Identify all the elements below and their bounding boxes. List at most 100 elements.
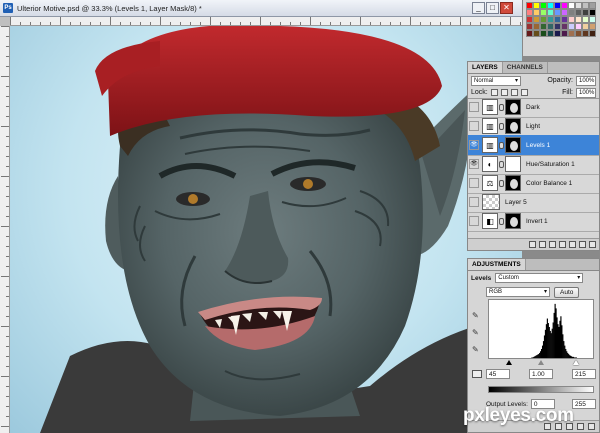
layer-mask-thumbnail[interactable] — [505, 118, 521, 134]
layer-row[interactable]: ▥ Light — [468, 116, 599, 137]
document-titlebar[interactable]: Ps Ulterior Motive.psd @ 33.3% (Levels 1… — [0, 0, 522, 17]
color-swatch[interactable] — [540, 16, 547, 23]
color-swatch[interactable] — [547, 23, 554, 30]
layer-row[interactable]: 👁 ▥ Levels 1 — [468, 135, 599, 156]
color-swatch[interactable] — [547, 2, 554, 9]
color-swatch[interactable] — [547, 16, 554, 23]
input-black-field[interactable]: 45 — [486, 369, 510, 379]
lock-all-icon[interactable] — [520, 89, 528, 96]
color-swatch[interactable] — [589, 9, 596, 16]
color-swatch[interactable] — [547, 9, 554, 16]
trash-icon[interactable] — [589, 241, 596, 248]
layer-mask-thumbnail[interactable] — [505, 213, 521, 229]
minimize-button[interactable]: _ — [472, 2, 485, 14]
color-swatch[interactable] — [561, 2, 568, 9]
color-swatch[interactable] — [526, 16, 533, 23]
layer-style-icon[interactable] — [539, 241, 546, 248]
color-swatch[interactable] — [533, 30, 540, 37]
new-adjustment-icon[interactable] — [559, 241, 566, 248]
color-swatch[interactable] — [540, 2, 547, 9]
visibility-toggle[interactable] — [469, 216, 479, 226]
color-swatch[interactable] — [589, 23, 596, 30]
white-point-handle[interactable] — [573, 360, 579, 365]
reset-icon[interactable] — [577, 423, 584, 430]
layer-mask-thumbnail[interactable] — [505, 156, 521, 172]
color-swatch[interactable] — [575, 23, 582, 30]
black-eyedropper-icon[interactable]: ✎ — [472, 311, 480, 321]
lock-pixels-icon[interactable] — [500, 89, 508, 96]
color-swatch[interactable] — [554, 2, 561, 9]
mask-link-icon[interactable] — [499, 141, 504, 149]
auto-button[interactable]: Auto — [554, 286, 580, 298]
color-swatch[interactable] — [554, 30, 561, 37]
lock-transparency-icon[interactable] — [490, 89, 498, 96]
layer-mask-thumbnail[interactable] — [505, 175, 521, 191]
visibility-toggle[interactable] — [469, 197, 479, 207]
new-layer-icon[interactable] — [579, 241, 586, 248]
color-swatch[interactable] — [533, 9, 540, 16]
color-swatch[interactable] — [526, 9, 533, 16]
layer-row[interactable]: Layer 5 — [468, 192, 599, 213]
color-swatch[interactable] — [568, 2, 575, 9]
layer-row[interactable]: 👁 ◐ Hue/Saturation 1 — [468, 154, 599, 175]
color-swatch[interactable] — [582, 30, 589, 37]
tab-adjustments[interactable]: ADJUSTMENTS — [468, 259, 526, 270]
visibility-toggle[interactable] — [469, 178, 479, 188]
color-swatch[interactable] — [561, 30, 568, 37]
layer-row[interactable]: ⚖ Color Balance 1 — [468, 173, 599, 194]
output-levels-gradient[interactable] — [488, 386, 594, 393]
opacity-field[interactable]: 100% — [576, 75, 596, 86]
color-swatch[interactable] — [561, 23, 568, 30]
color-swatch[interactable] — [561, 9, 568, 16]
gamma-handle[interactable] — [538, 360, 544, 365]
color-swatch[interactable] — [582, 16, 589, 23]
mask-link-icon[interactable] — [499, 179, 504, 187]
color-swatch[interactable] — [575, 16, 582, 23]
tab-channels[interactable]: CHANNELS — [503, 62, 548, 73]
maximize-button[interactable]: □ — [486, 2, 499, 14]
preset-select[interactable]: Custom — [495, 273, 584, 283]
layer-mask-thumbnail[interactable] — [505, 137, 521, 153]
clipping-icon[interactable] — [472, 370, 482, 378]
visibility-toggle[interactable] — [469, 121, 479, 131]
color-swatch[interactable] — [575, 9, 582, 16]
color-swatch[interactable] — [533, 2, 540, 9]
gray-eyedropper-icon[interactable]: ✎ — [472, 328, 480, 338]
blend-mode-select[interactable]: Normal — [471, 75, 521, 86]
tab-layers[interactable]: LAYERS — [468, 62, 503, 73]
color-swatch[interactable] — [540, 23, 547, 30]
color-swatch[interactable] — [554, 9, 561, 16]
color-swatch[interactable] — [540, 30, 547, 37]
add-mask-icon[interactable] — [549, 241, 556, 248]
layer-row[interactable]: ◧ Invert 1 — [468, 211, 599, 232]
white-eyedropper-icon[interactable]: ✎ — [472, 345, 480, 355]
color-swatch[interactable] — [582, 23, 589, 30]
input-white-field[interactable]: 215 — [572, 369, 596, 379]
color-swatch[interactable] — [526, 30, 533, 37]
color-swatch[interactable] — [526, 23, 533, 30]
color-swatch[interactable] — [568, 16, 575, 23]
mask-link-icon[interactable] — [499, 160, 504, 168]
color-swatch[interactable] — [561, 16, 568, 23]
color-swatch[interactable] — [582, 9, 589, 16]
output-white-field[interactable]: 255 — [572, 399, 596, 409]
color-swatch[interactable] — [568, 30, 575, 37]
visibility-toggle[interactable]: 👁 — [469, 140, 479, 150]
fill-field[interactable]: 100% — [576, 87, 596, 98]
color-swatch[interactable] — [540, 9, 547, 16]
layer-mask-thumbnail[interactable] — [505, 99, 521, 115]
black-point-handle[interactable] — [506, 360, 512, 365]
color-swatch[interactable] — [526, 2, 533, 9]
channel-select[interactable]: RGB — [486, 287, 550, 297]
new-group-icon[interactable] — [569, 241, 576, 248]
color-swatch[interactable] — [533, 23, 540, 30]
trash-icon[interactable] — [588, 423, 595, 430]
mask-link-icon[interactable] — [499, 217, 504, 225]
image-canvas[interactable] — [10, 26, 522, 433]
color-swatch[interactable] — [554, 23, 561, 30]
color-swatch[interactable] — [575, 30, 582, 37]
horizontal-ruler[interactable] — [10, 17, 522, 26]
vertical-ruler[interactable] — [0, 26, 10, 433]
color-swatch[interactable] — [568, 9, 575, 16]
color-swatch[interactable] — [568, 23, 575, 30]
